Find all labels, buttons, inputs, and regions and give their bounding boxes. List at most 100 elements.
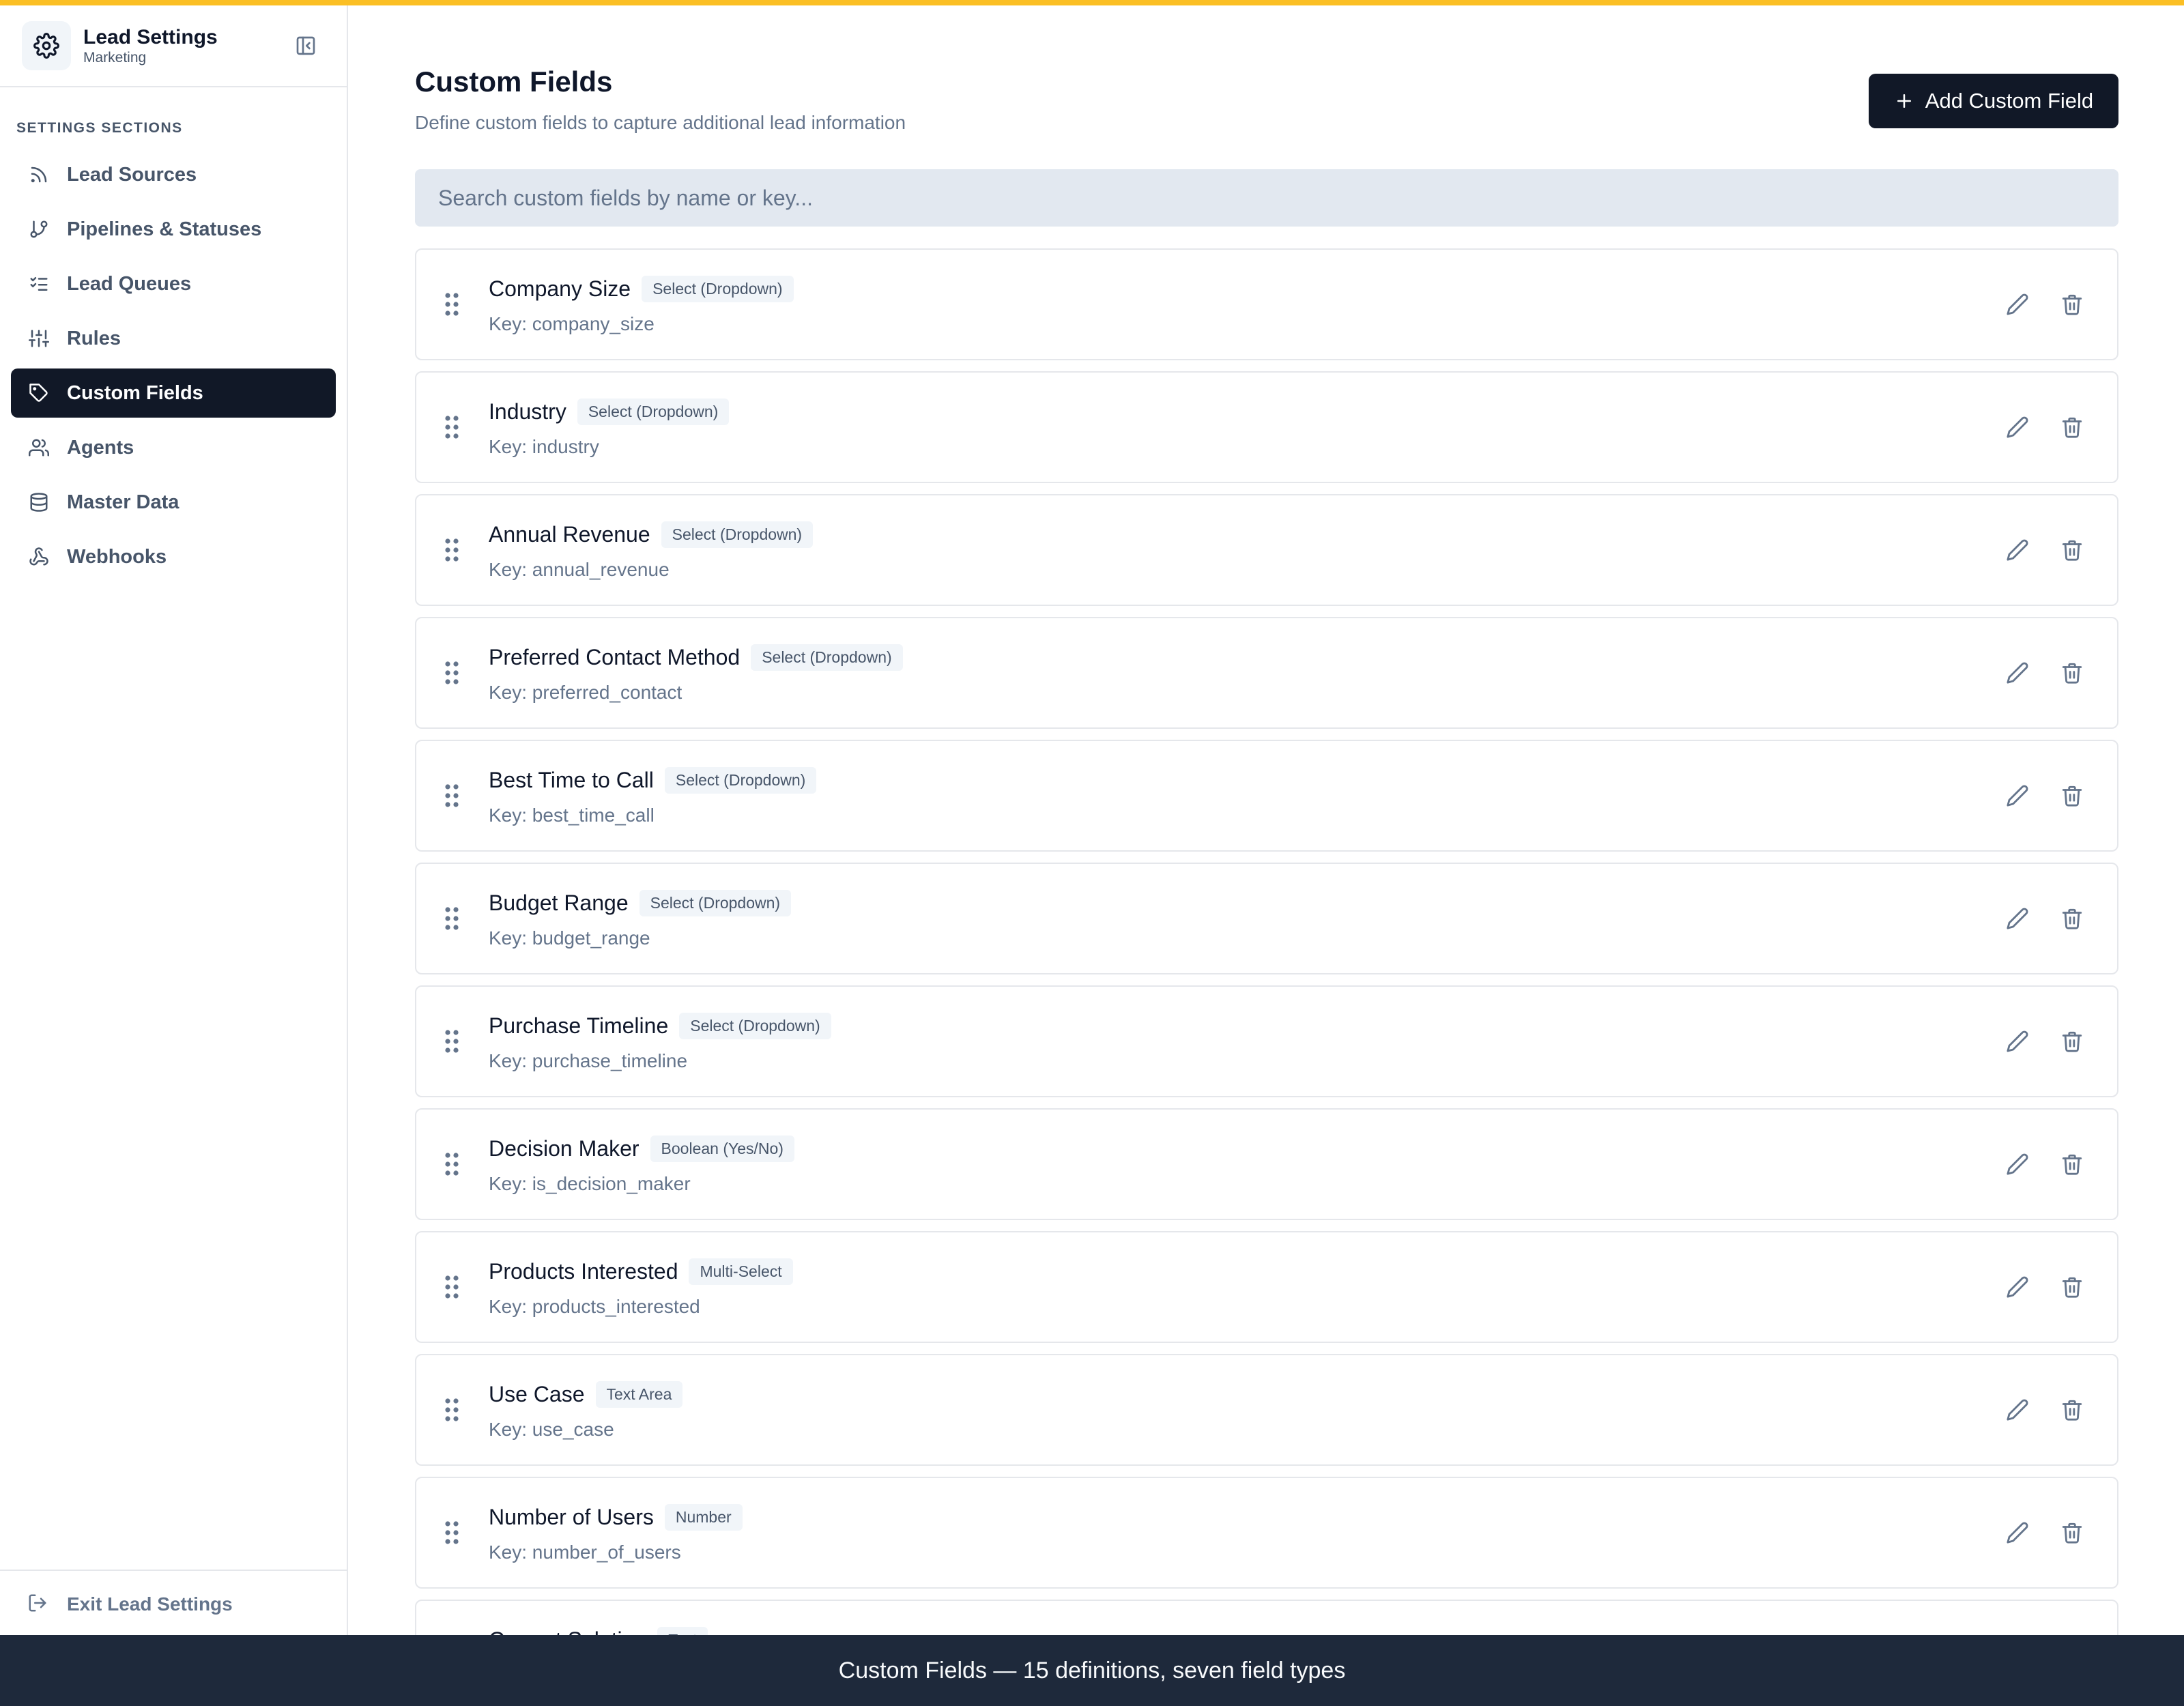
field-key: Key: purchase_timeline [489,1050,688,1071]
drag-handle-icon[interactable] [444,905,460,932]
page-description: Define custom fields to capture addition… [415,112,906,133]
sidebar-item-lead-sources[interactable]: Lead Sources [11,150,336,199]
field-type-badge: Boolean (Yes/No) [650,1135,794,1162]
sidebar-item-agents[interactable]: Agents [11,423,336,472]
trash-icon[interactable] [2054,287,2090,322]
drag-handle-icon[interactable] [444,536,460,564]
field-key: Key: company_size [489,313,655,334]
edit-icon[interactable] [2000,1392,2035,1428]
custom-field-row[interactable]: Best Time to Call Select (Dropdown) Key:… [415,740,2118,852]
sidebar-item-label: Lead Queues [67,272,192,295]
search-input[interactable] [438,185,2095,211]
custom-field-row[interactable]: Preferred Contact Method Select (Dropdow… [415,617,2118,729]
trash-icon[interactable] [2054,409,2090,445]
field-type-badge: Number [664,1503,743,1531]
edit-icon[interactable] [2000,1515,2035,1550]
field-info: Annual Revenue Select (Dropdown) Key: an… [489,519,1981,581]
exit-settings-button[interactable]: Exit Lead Settings [0,1570,347,1638]
custom-field-row[interactable]: Use Case Text Area Key: use_case [415,1354,2118,1466]
sidebar-item-label: Custom Fields [67,381,203,404]
custom-field-list: Company Size Select (Dropdown) Key: comp… [415,248,2118,1706]
field-type-badge: Select (Dropdown) [577,398,730,425]
sidebar-subtitle: Marketing [83,50,147,66]
field-header: Budget Range Select (Dropdown) [489,888,1981,918]
trash-icon[interactable] [2054,1392,2090,1428]
custom-field-row[interactable]: Annual Revenue Select (Dropdown) Key: an… [415,494,2118,606]
row-actions [1981,1392,2090,1428]
drag-handle-icon[interactable] [444,782,460,809]
row-actions [1981,655,2090,691]
sidebar-title-group: Lead Settings Marketing [83,25,289,66]
edit-icon[interactable] [2000,409,2035,445]
custom-field-row[interactable]: Budget Range Select (Dropdown) Key: budg… [415,863,2118,974]
edit-icon[interactable] [2000,778,2035,813]
drag-handle-icon[interactable] [444,1519,460,1546]
edit-icon[interactable] [2000,655,2035,691]
drag-handle-icon[interactable] [444,414,460,441]
trash-icon[interactable] [2054,1024,2090,1059]
field-info: Budget Range Select (Dropdown) Key: budg… [489,888,1981,949]
custom-field-row[interactable]: Decision Maker Boolean (Yes/No) Key: is_… [415,1108,2118,1220]
git-branch-icon [27,218,51,241]
field-key: Key: annual_revenue [489,559,670,580]
field-info: Preferred Contact Method Select (Dropdow… [489,642,1981,704]
field-info: Company Size Select (Dropdown) Key: comp… [489,274,1981,335]
sidebar-item-lead-queues[interactable]: Lead Queues [11,259,336,308]
field-key: Key: best_time_call [489,805,655,826]
trash-icon[interactable] [2054,901,2090,936]
custom-field-row[interactable]: Industry Select (Dropdown) Key: industry [415,371,2118,483]
sidebar-item-webhooks[interactable]: Webhooks [11,532,336,581]
custom-field-row[interactable]: Company Size Select (Dropdown) Key: comp… [415,248,2118,360]
sidebar-item-label: Master Data [67,491,179,513]
drag-handle-icon[interactable] [444,1396,460,1423]
drag-handle-icon[interactable] [444,1151,460,1178]
field-type-badge: Select (Dropdown) [664,766,817,794]
edit-icon[interactable] [2000,1024,2035,1059]
field-info: Decision Maker Boolean (Yes/No) Key: is_… [489,1133,1981,1195]
sidebar-item-rules[interactable]: Rules [11,314,336,363]
field-key: Key: industry [489,436,599,457]
trash-icon[interactable] [2054,1515,2090,1550]
field-header: Best Time to Call Select (Dropdown) [489,765,1981,795]
field-name: Number of Users [489,1504,654,1529]
edit-icon[interactable] [2000,1146,2035,1182]
trash-icon[interactable] [2054,655,2090,691]
trash-icon[interactable] [2054,1146,2090,1182]
field-name: Purchase Timeline [489,1013,669,1038]
field-type-badge: Select (Dropdown) [661,521,814,548]
tag-icon [27,381,51,405]
drag-handle-icon[interactable] [444,1028,460,1055]
trash-icon[interactable] [2054,778,2090,813]
add-custom-field-button[interactable]: Add Custom Field [1869,74,2118,128]
field-header: Use Case Text Area [489,1379,1981,1409]
edit-icon[interactable] [2000,901,2035,936]
drag-handle-icon[interactable] [444,659,460,686]
field-key: Key: use_case [489,1419,614,1440]
field-name: Best Time to Call [489,767,654,792]
collapse-sidebar-icon[interactable] [289,29,322,62]
drag-handle-icon[interactable] [444,1273,460,1301]
custom-field-row[interactable]: Purchase Timeline Select (Dropdown) Key:… [415,985,2118,1097]
sidebar-item-master-data[interactable]: Master Data [11,478,336,527]
field-type-badge: Select (Dropdown) [642,275,794,302]
plus-icon [1894,91,1914,111]
settings-nav: Lead Sources Pipelines & Statuses Lead Q… [0,150,347,581]
trash-icon[interactable] [2054,1269,2090,1305]
edit-icon[interactable] [2000,532,2035,568]
drag-handle-icon[interactable] [444,291,460,318]
edit-icon[interactable] [2000,287,2035,322]
database-icon [27,491,51,514]
field-header: Products Interested Multi-Select [489,1256,1981,1286]
trash-icon[interactable] [2054,532,2090,568]
field-key: Key: budget_range [489,927,650,949]
field-header: Annual Revenue Select (Dropdown) [489,519,1981,549]
edit-icon[interactable] [2000,1269,2035,1305]
sidebar: Lead Settings Marketing SETTINGS SECTION… [0,5,348,1638]
field-type-badge: Select (Dropdown) [751,644,903,671]
sidebar-item-custom-fields[interactable]: Custom Fields [11,368,336,418]
field-type-badge: Select (Dropdown) [639,889,792,916]
field-key: Key: is_decision_maker [489,1173,691,1194]
custom-field-row[interactable]: Products Interested Multi-Select Key: pr… [415,1231,2118,1343]
custom-field-row[interactable]: Number of Users Number Key: number_of_us… [415,1477,2118,1589]
sidebar-item-pipelines[interactable]: Pipelines & Statuses [11,205,336,254]
